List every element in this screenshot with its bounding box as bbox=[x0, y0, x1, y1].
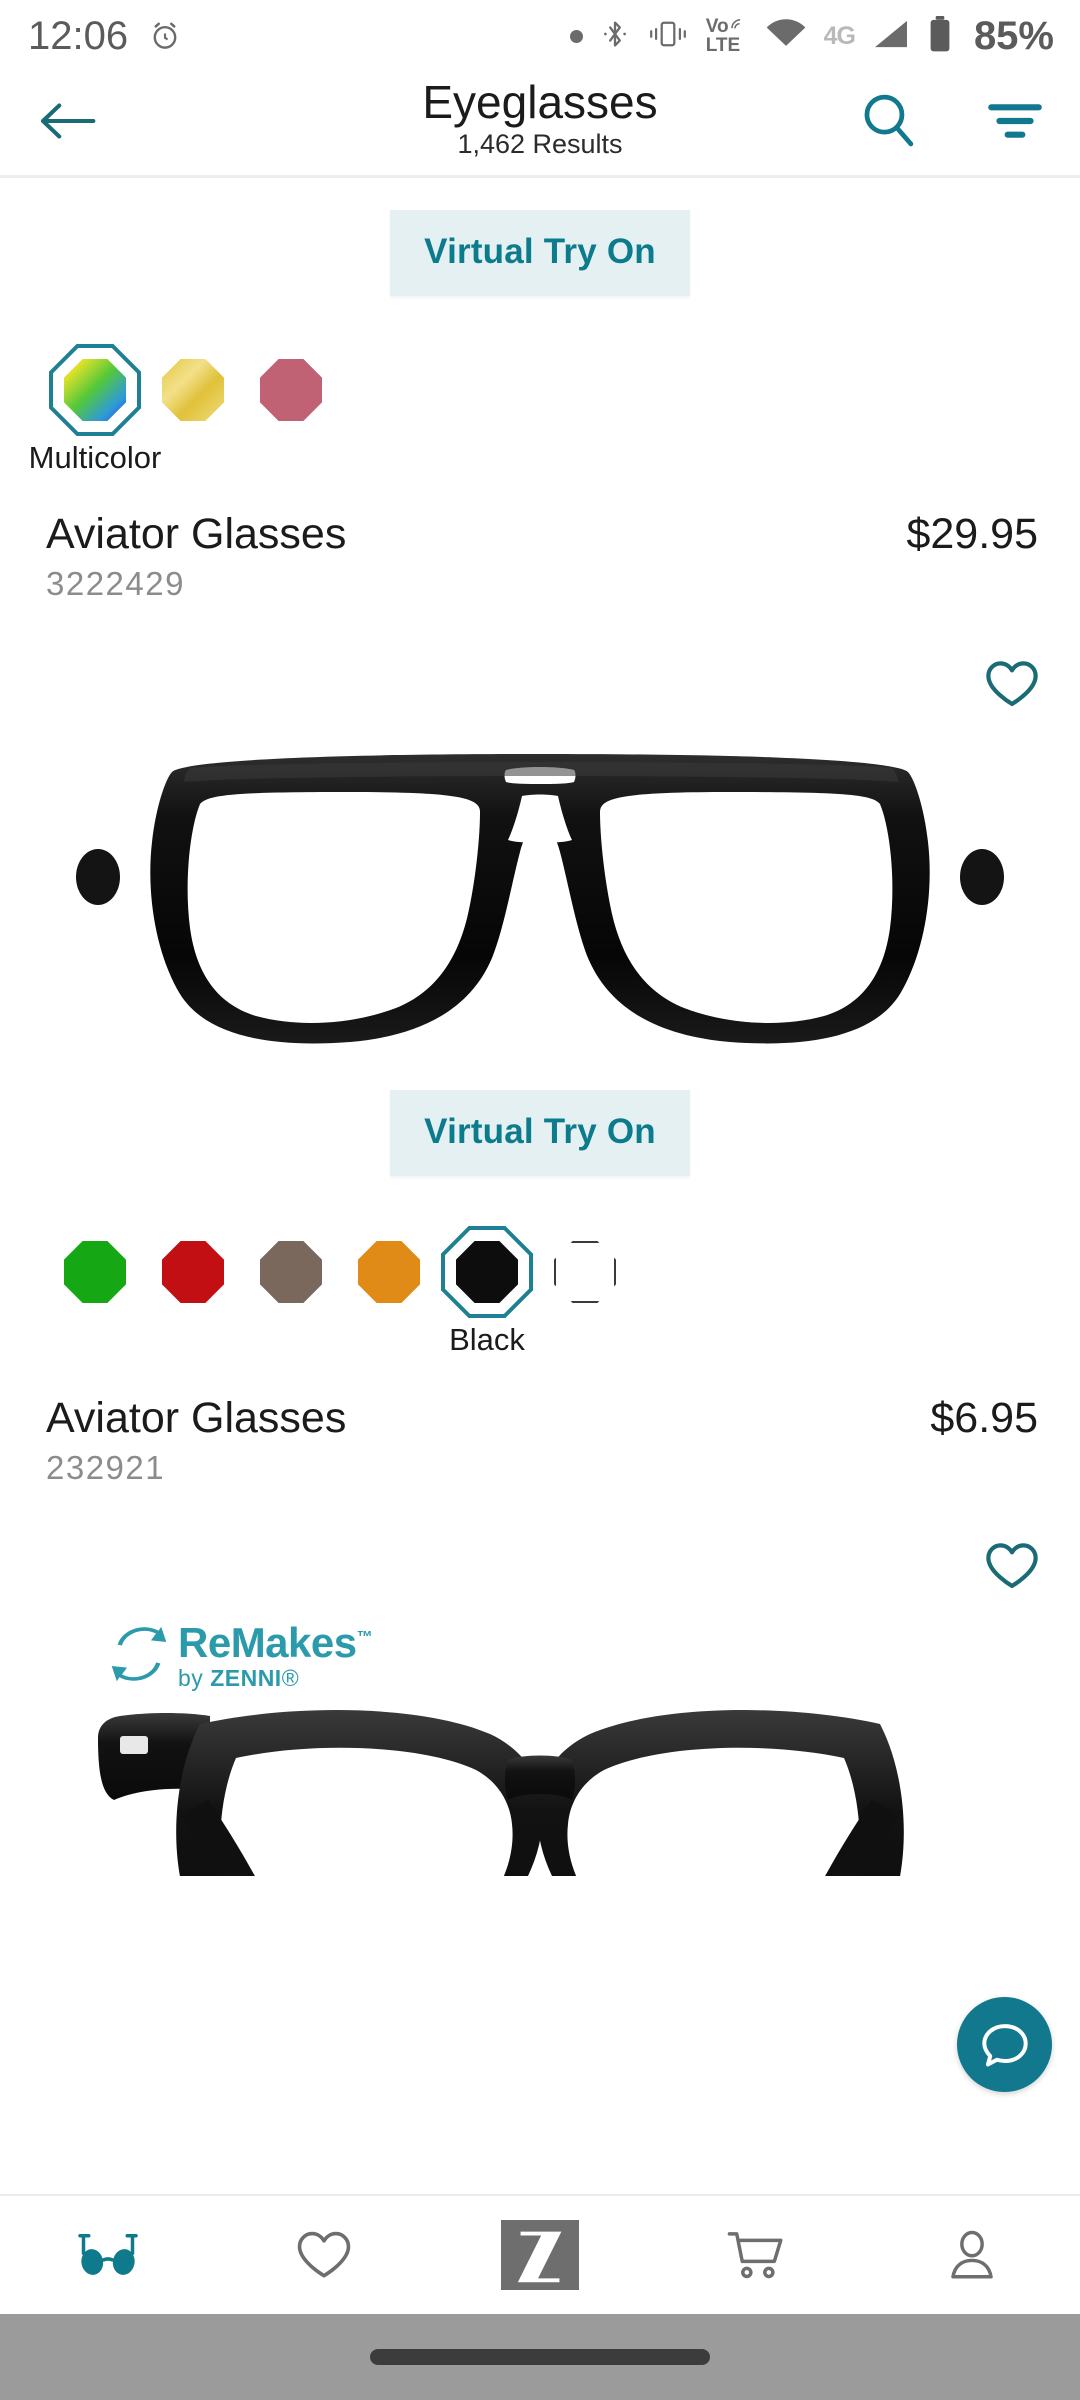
battery-icon bbox=[927, 15, 953, 58]
product-card-1: Virtual Try On Multicolor Aviator Glasse… bbox=[0, 210, 1080, 1062]
nav-item-cart[interactable] bbox=[648, 2227, 864, 2283]
registered-mark: ® bbox=[281, 1665, 300, 1691]
product-name[interactable]: Aviator Glasses bbox=[46, 1394, 346, 1443]
swatch-white-icon bbox=[554, 1241, 616, 1303]
search-icon[interactable] bbox=[858, 90, 920, 157]
color-swatch-option[interactable]: Black bbox=[438, 1226, 536, 1358]
product-title-row-2: Aviator Glasses $6.95 bbox=[0, 1394, 1080, 1443]
color-swatch-option[interactable] bbox=[340, 1226, 438, 1303]
network-type-label: 4G bbox=[823, 21, 856, 50]
nav-item-shop-glasses[interactable] bbox=[0, 2228, 216, 2282]
black-aviator-eyeglasses-svg bbox=[76, 754, 1004, 1044]
remakes-brand-logo: ReMakes™ by ZENNI® bbox=[0, 1622, 1080, 1690]
swatch-label: Black bbox=[449, 1322, 525, 1357]
swatch-red-icon bbox=[162, 1241, 224, 1303]
product-price: $29.95 bbox=[906, 510, 1038, 558]
swatch-orange-icon bbox=[358, 1241, 420, 1303]
vibrate-icon bbox=[647, 17, 689, 56]
product-sku: 3222429 bbox=[46, 565, 185, 602]
favorite-row-1 bbox=[0, 659, 1080, 714]
swatch-label: Multicolor bbox=[28, 440, 162, 475]
swatch-gold-icon bbox=[162, 359, 224, 421]
color-swatches-1: Multicolor bbox=[0, 344, 1080, 476]
virtual-try-on-row-2: Virtual Try On bbox=[0, 1090, 1080, 1176]
chat-fab-button[interactable] bbox=[957, 1997, 1052, 2092]
signal-icon bbox=[872, 18, 910, 55]
alarm-icon bbox=[148, 19, 182, 53]
color-swatches-2: Black bbox=[0, 1226, 1080, 1358]
product-price: $6.95 bbox=[930, 1394, 1038, 1442]
zenni-brand-label: ZENNI bbox=[210, 1665, 282, 1691]
back-arrow-icon[interactable] bbox=[36, 97, 98, 150]
color-swatch-option[interactable] bbox=[536, 1226, 634, 1303]
color-swatch-option[interactable] bbox=[242, 344, 340, 421]
product-title-row-1: Aviator Glasses $29.95 bbox=[0, 510, 1080, 559]
nav-item-account[interactable] bbox=[864, 2227, 1080, 2283]
color-swatch-option[interactable] bbox=[242, 1226, 340, 1303]
swatch-green-icon bbox=[64, 1241, 126, 1303]
filter-icon[interactable] bbox=[984, 97, 1046, 150]
glasses-icon bbox=[78, 2234, 138, 2275]
virtual-try-on-button[interactable]: Virtual Try On bbox=[390, 210, 690, 296]
product-image-1[interactable] bbox=[0, 732, 1080, 1062]
swatch-rose-icon bbox=[260, 359, 322, 421]
trademark-mark: ™ bbox=[356, 1629, 373, 1646]
color-swatch-option[interactable] bbox=[144, 344, 242, 421]
status-time: 12:06 bbox=[28, 13, 129, 58]
product-card-2: Virtual Try On Black Aviator Glasses $6.… bbox=[0, 1090, 1080, 1876]
dot-icon bbox=[569, 29, 583, 43]
bottom-navigation bbox=[0, 2194, 1080, 2314]
status-bar: 12:06 Vo LTE 4G 85% bbox=[0, 0, 1080, 72]
remakes-by-label: by bbox=[178, 1665, 211, 1691]
bluetooth-icon bbox=[600, 16, 630, 57]
cart-icon bbox=[727, 2232, 783, 2279]
battery-percent: 85% bbox=[973, 13, 1054, 58]
recycle-arrows-icon bbox=[110, 1623, 168, 1690]
volte-icon: Vo LTE bbox=[705, 16, 741, 56]
swatch-brown-icon bbox=[260, 1241, 322, 1303]
heart-outline-icon[interactable] bbox=[984, 659, 1040, 714]
person-icon bbox=[951, 2230, 993, 2279]
virtual-try-on-button[interactable]: Virtual Try On bbox=[390, 1090, 690, 1176]
swatch-selected-ring bbox=[441, 1226, 533, 1318]
home-indicator[interactable] bbox=[370, 2349, 710, 2365]
color-swatch-option[interactable]: Multicolor bbox=[29, 344, 161, 476]
product-name[interactable]: Aviator Glasses bbox=[46, 510, 346, 559]
chat-bubble-icon bbox=[981, 2023, 1028, 2066]
app-header: Eyeglasses 1,462 Results bbox=[0, 72, 1080, 175]
product-image-2[interactable] bbox=[0, 1696, 1080, 1876]
system-gesture-bar bbox=[0, 2314, 1080, 2400]
heart-outline-icon[interactable] bbox=[984, 1541, 1040, 1596]
heart-outline-icon bbox=[297, 2231, 351, 2278]
virtual-try-on-row-1: Virtual Try On bbox=[0, 210, 1080, 296]
product-sku: 232921 bbox=[46, 1449, 166, 1486]
swatch-multicolor-icon bbox=[64, 359, 126, 421]
header-divider bbox=[0, 175, 1080, 178]
zenni-logo-icon bbox=[501, 2220, 579, 2290]
swatch-selected-ring bbox=[49, 344, 141, 436]
remakes-logo-text: ReMakes bbox=[178, 1619, 357, 1666]
color-swatch-option[interactable] bbox=[46, 1226, 144, 1303]
nav-item-favorites[interactable] bbox=[216, 2229, 432, 2281]
nav-item-zenni-home[interactable] bbox=[432, 2220, 648, 2290]
favorite-row-2 bbox=[0, 1541, 1080, 1596]
swatch-black-icon bbox=[456, 1241, 518, 1303]
black-round-eyeglasses-svg bbox=[98, 1710, 904, 1876]
color-swatch-option[interactable] bbox=[144, 1226, 242, 1303]
wifi-icon bbox=[765, 18, 807, 55]
